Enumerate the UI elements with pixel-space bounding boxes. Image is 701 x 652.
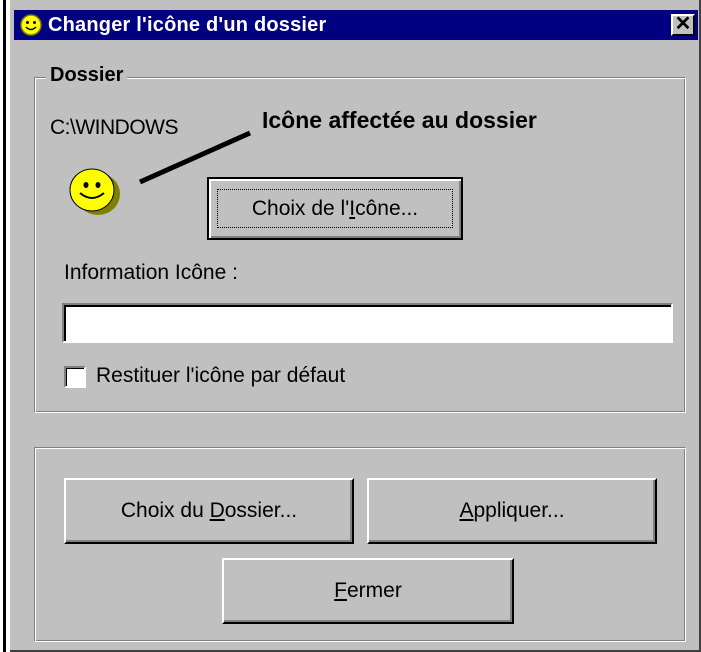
- choose-icon-label: Choix de l'Icône...: [251, 196, 419, 220]
- window-title: Changer l'icône d'un dossier: [48, 14, 327, 36]
- info-label: Information Icône :: [64, 261, 238, 284]
- restore-default-label[interactable]: Restituer l'icône par défaut: [96, 364, 345, 388]
- icon-info-field[interactable]: [62, 303, 673, 343]
- choose-folder-label: Choix du Dossier...: [120, 499, 298, 522]
- close-button[interactable]: Fermer: [222, 558, 514, 624]
- icon-annotation: Icône affectée au dossier: [262, 107, 537, 133]
- smiley-icon: [69, 168, 120, 215]
- background-edge: [3, 0, 6, 652]
- close-label: Fermer: [334, 579, 402, 602]
- apply-button[interactable]: Appliquer...: [367, 478, 657, 544]
- choose-folder-button[interactable]: Choix du Dossier...: [64, 478, 354, 544]
- dossier-legend: Dossier: [46, 64, 128, 87]
- choose-icon-button[interactable]: Choix de l'Icône...: [207, 177, 463, 240]
- smiley-icon: [20, 14, 42, 36]
- restore-default-checkbox[interactable]: [64, 366, 86, 388]
- title-bar[interactable]: Changer l'icône d'un dossier ✕: [14, 10, 698, 40]
- folder-path: C:\WINDOWS: [50, 116, 178, 139]
- background-strip: [0, 0, 10, 652]
- close-icon[interactable]: ✕: [671, 14, 695, 36]
- apply-label: Appliquer...: [459, 499, 565, 522]
